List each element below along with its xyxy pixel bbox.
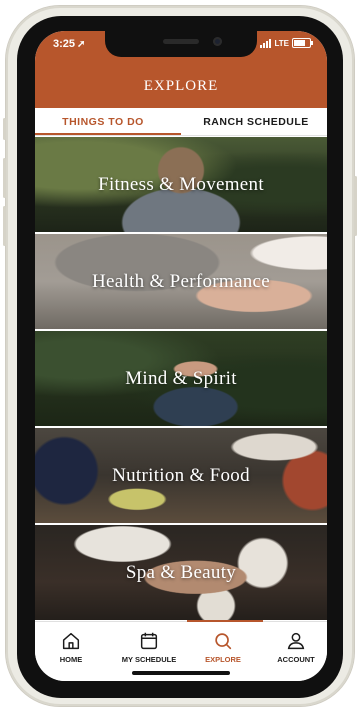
category-card-fitness[interactable]: Fitness & Movement [35, 137, 327, 232]
location-arrow-icon: ➚ [77, 39, 86, 50]
category-title: Mind & Spirit [125, 367, 237, 389]
explore-tabs: THINGS TO DO RANCH SCHEDULE [35, 108, 327, 136]
category-list: Fitness & Movement Health & Performance … [35, 137, 327, 622]
app-screen: 3:25 ➚ LTE EXPLORE THINGS TO DO RANCH SCH… [35, 31, 327, 681]
nav-home-label: HOME [59, 655, 83, 664]
category-title: Health & Performance [92, 270, 270, 292]
power-button [354, 176, 357, 236]
nav-explore-label: EXPLORE [205, 655, 241, 664]
network-type: LTE [274, 38, 289, 48]
user-icon [287, 632, 305, 650]
speaker-grille [163, 39, 199, 44]
nav-account-label: ACCOUNT [277, 655, 315, 664]
category-title: Fitness & Movement [98, 173, 264, 195]
status-time-text: 3:25 [53, 38, 76, 50]
volume-down-button [3, 206, 6, 246]
search-icon [215, 633, 232, 650]
category-card-mind[interactable]: Mind & Spirit [35, 331, 327, 426]
home-indicator [132, 671, 230, 675]
status-indicators: LTE [260, 38, 313, 48]
category-card-nutrition[interactable]: Nutrition & Food [35, 428, 327, 523]
nav-account[interactable]: ACCOUNT [260, 626, 327, 670]
category-title: Spa & Beauty [125, 561, 237, 583]
signal-icon [260, 38, 272, 48]
category-card-health[interactable]: Health & Performance [35, 234, 327, 329]
category-card-spa[interactable]: Spa & Beauty [35, 525, 327, 620]
nav-explore[interactable]: EXPLORE [187, 626, 259, 670]
volume-up-button [3, 158, 6, 198]
category-title: Nutrition & Food [112, 464, 250, 486]
calendar-icon [140, 632, 158, 650]
tab-ranch-schedule[interactable]: RANCH SCHEDULE [195, 108, 317, 135]
notch [105, 31, 257, 57]
active-nav-indicator [187, 620, 263, 622]
tab-things-to-do[interactable]: THINGS TO DO [53, 108, 153, 135]
battery-icon [292, 38, 313, 48]
status-time: 3:25 ➚ [53, 38, 85, 50]
mute-switch [3, 118, 6, 140]
front-camera [213, 37, 222, 46]
nav-my-schedule-label: MY SCHEDULE [121, 655, 177, 664]
nav-my-schedule[interactable]: MY SCHEDULE [113, 626, 185, 670]
home-icon [62, 632, 80, 650]
active-tab-indicator [35, 133, 181, 135]
page-title: EXPLORE [143, 78, 219, 94]
nav-home[interactable]: HOME [35, 626, 107, 670]
